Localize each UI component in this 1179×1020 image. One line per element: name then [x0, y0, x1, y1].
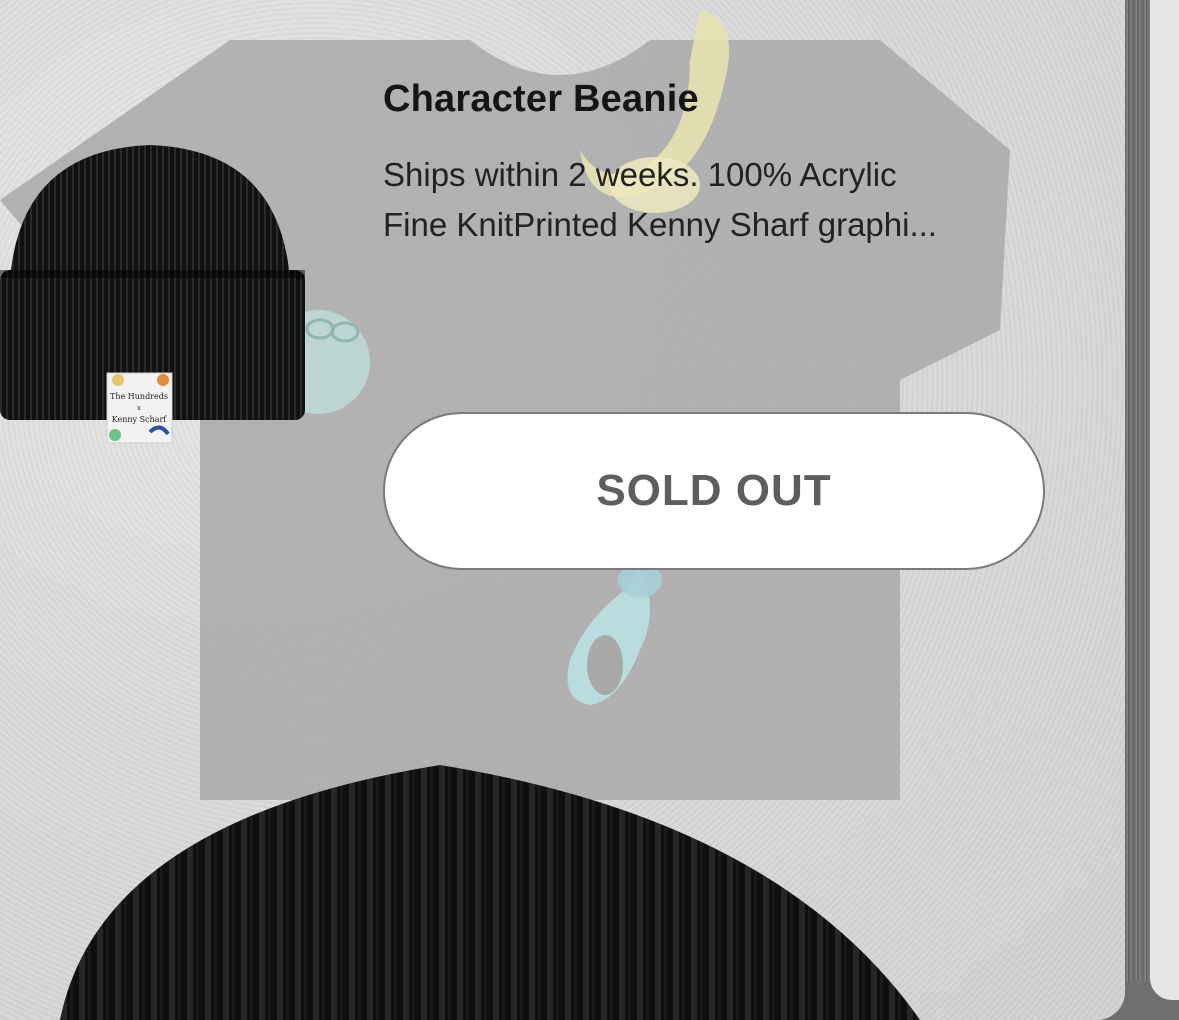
patch-text-line1: The Hundreds: [110, 392, 168, 401]
patch-text-line3: Kenny Scharf: [112, 415, 168, 424]
product-title: Character Beanie: [383, 78, 699, 120]
sold-out-button[interactable]: SOLD OUT: [383, 412, 1045, 570]
beanie-thumbnail-image: The Hundreds x Kenny Scharf: [0, 145, 305, 444]
product-description-line2: Fine KnitPrinted Kenny Sharf graphi...: [383, 206, 937, 243]
product-card: The Hundreds x Kenny Scharf Character Be…: [0, 0, 1125, 1020]
product-description: Ships within 2 weeks. 100% Acrylic Fine …: [383, 150, 1073, 250]
next-product-card-edge[interactable]: [1150, 0, 1179, 1000]
product-description-line1: Ships within 2 weeks. 100% Acrylic: [383, 156, 897, 193]
beanie-main-image: [60, 765, 920, 1020]
